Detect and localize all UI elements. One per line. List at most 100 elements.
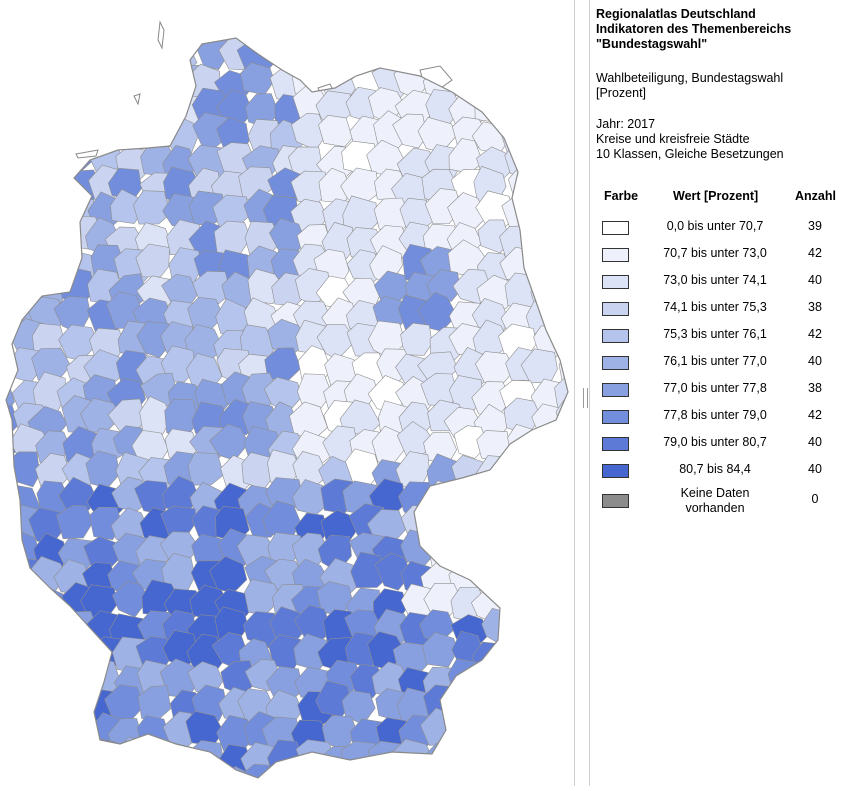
district-region[interactable] [529,584,568,624]
district-region[interactable] [0,688,22,725]
district-region[interactable] [452,14,491,51]
district-region[interactable] [30,609,69,643]
district-region[interactable] [9,250,45,289]
district-region[interactable] [449,535,487,575]
district-region[interactable] [477,483,520,521]
district-region[interactable] [450,59,489,97]
district-region[interactable] [0,452,14,489]
district-region[interactable] [317,35,354,69]
district-region[interactable] [269,33,309,73]
district-region[interactable] [558,554,574,591]
district-region[interactable] [529,608,568,643]
district-region[interactable] [35,172,71,212]
district-region[interactable] [554,374,575,409]
district-region[interactable] [7,690,45,725]
district-region[interactable] [451,454,490,492]
district-region[interactable] [56,65,93,100]
district-region[interactable] [139,69,178,106]
district-region[interactable] [272,768,310,786]
district-region[interactable] [523,528,560,563]
district-region[interactable] [0,768,18,786]
district-region[interactable] [3,143,39,180]
district-region[interactable] [471,742,507,775]
district-region[interactable] [476,67,512,103]
district-region[interactable] [91,60,128,97]
district-region[interactable] [370,765,410,786]
district-region[interactable] [500,454,537,495]
district-region[interactable] [549,116,574,152]
district-region[interactable] [547,433,574,471]
district-region[interactable] [0,92,22,133]
district-region[interactable] [451,739,489,777]
district-region[interactable] [37,658,75,693]
district-region[interactable] [88,111,125,150]
district-region[interactable] [527,478,564,513]
district-region[interactable] [5,714,43,753]
district-region[interactable] [554,765,574,786]
district-region[interactable] [456,764,489,786]
district-region[interactable] [0,528,16,564]
district-region[interactable] [426,742,466,778]
district-region[interactable] [7,636,46,674]
district-region[interactable] [235,8,274,43]
district-region[interactable] [549,87,574,125]
district-region[interactable] [0,667,20,702]
district-region[interactable] [90,12,128,48]
district-region[interactable] [191,11,227,42]
district-region[interactable] [0,41,18,74]
district-region[interactable] [501,528,540,566]
district-region[interactable] [504,715,539,750]
district-region[interactable] [137,770,174,786]
district-region[interactable] [505,13,542,46]
district-region[interactable] [547,270,575,306]
district-region[interactable] [555,662,574,698]
district-region[interactable] [3,195,41,234]
district-region[interactable] [477,12,516,47]
district-region[interactable] [351,765,387,787]
district-region[interactable] [317,763,352,786]
district-region[interactable] [474,86,509,124]
district-region[interactable] [38,138,73,179]
district-region[interactable] [35,739,73,775]
district-region[interactable] [529,44,568,77]
district-region[interactable] [422,767,459,786]
district-region[interactable] [117,16,154,53]
district-region[interactable] [266,15,305,55]
district-region[interactable] [428,533,464,569]
district-region[interactable] [394,15,429,50]
district-region[interactable] [497,770,534,787]
district-region[interactable] [507,736,541,774]
district-region[interactable] [85,33,122,67]
district-region[interactable] [11,57,51,96]
district-region[interactable] [527,95,565,127]
district-region[interactable] [61,640,97,674]
district-region[interactable] [7,167,45,202]
district-region[interactable] [62,686,98,724]
district-region[interactable] [471,686,508,720]
district-region[interactable] [10,610,48,649]
district-region[interactable] [529,742,568,778]
district-region[interactable] [551,58,574,95]
district-region[interactable] [6,118,48,156]
district-region[interactable] [503,66,541,103]
district-region[interactable] [476,762,511,786]
district-region[interactable] [0,112,19,149]
district-region[interactable] [115,114,151,148]
district-region[interactable] [0,551,21,593]
district-region[interactable] [498,476,534,515]
district-region[interactable] [531,770,566,786]
district-region[interactable] [292,6,330,44]
district-region[interactable] [530,562,567,596]
district-region[interactable] [297,45,334,79]
district-region[interactable] [89,90,125,127]
district-region[interactable] [451,506,488,541]
district-region[interactable] [550,452,574,487]
district-region[interactable] [529,120,568,158]
district-region[interactable] [530,633,567,668]
district-region[interactable] [342,14,383,51]
district-region[interactable] [0,250,23,288]
district-region[interactable] [0,608,18,644]
district-region[interactable] [28,247,66,279]
district-region[interactable] [398,764,432,786]
district-region[interactable] [160,742,198,780]
